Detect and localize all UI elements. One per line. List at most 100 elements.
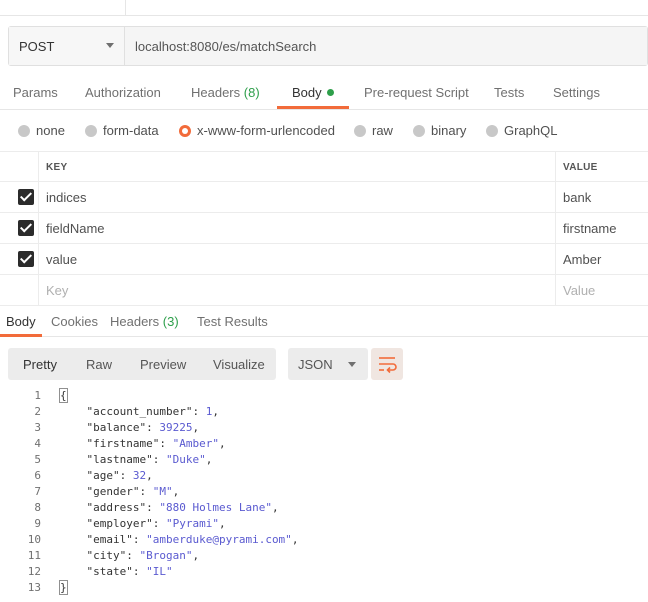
response-tab-headers-count: (3) — [162, 314, 179, 329]
tab-body[interactable]: Body — [292, 85, 334, 100]
table-row: value Amber — [0, 244, 648, 275]
wrap-lines-button[interactable] — [371, 348, 403, 380]
column-divider — [555, 152, 556, 181]
line-number: 3 — [34, 421, 41, 434]
check-cell — [0, 275, 39, 305]
line-number: 7 — [34, 485, 41, 498]
tab-authorization-label: Authorization — [85, 85, 161, 100]
value-input[interactable]: Value — [563, 283, 595, 298]
method-select[interactable]: POST — [9, 27, 125, 65]
code-text: "age": 32, — [86, 469, 153, 482]
response-tab-cookies-label: Cookies — [51, 314, 98, 329]
response-tab-body[interactable]: Body — [6, 314, 36, 329]
line-number: 13 — [27, 581, 41, 594]
radio-selected-icon — [179, 124, 191, 137]
format-raw-button[interactable]: Raw — [86, 357, 112, 372]
url-bar: POST localhost:8080/es/matchSearch — [8, 26, 648, 66]
tab-settings-label: Settings — [553, 85, 600, 100]
code-line: 7 "gender": "M", — [0, 484, 648, 500]
line-number: 6 — [34, 469, 41, 482]
radio-raw[interactable]: raw — [354, 123, 393, 138]
response-tab-cookies[interactable]: Cookies — [51, 314, 98, 329]
url-input[interactable]: localhost:8080/es/matchSearch — [125, 27, 647, 65]
line-number: 11 — [27, 549, 41, 562]
tab-headers[interactable]: Headers (8) — [191, 85, 260, 100]
active-response-tab-indicator — [0, 334, 42, 337]
tab-pre-request-script[interactable]: Pre-request Script — [364, 85, 469, 100]
response-tabs: Body Cookies Headers (3) Test Results — [0, 307, 648, 337]
column-divider — [555, 182, 556, 212]
window-tab-strip — [0, 0, 648, 16]
code-line: 5 "lastname": "Duke", — [0, 452, 648, 468]
code-text: "balance": 39225, — [86, 421, 200, 434]
wrap-lines-icon — [379, 357, 397, 374]
tab-headers-label: Headers — [191, 85, 241, 100]
code-text: "state": "IL" — [86, 565, 173, 578]
code-line: 13} — [0, 580, 648, 596]
line-number: 4 — [34, 437, 41, 450]
key-input[interactable]: Key — [46, 283, 68, 298]
format-toolbar: Pretty Raw Preview Visualize JSON — [8, 348, 403, 380]
radio-icon — [354, 124, 366, 137]
radio-icon — [18, 124, 30, 137]
method-label: POST — [19, 38, 55, 54]
format-visualize-button[interactable]: Visualize — [213, 357, 265, 372]
code-line: 10 "email": "amberduke@pyrami.com", — [0, 532, 648, 548]
checkbox-checked-icon[interactable] — [18, 189, 34, 205]
format-pretty-button[interactable]: Pretty — [23, 357, 57, 372]
column-divider — [555, 213, 556, 243]
active-tab-indicator — [277, 106, 349, 109]
table-row-new: Key Value — [0, 275, 648, 306]
radio-binary[interactable]: binary — [413, 123, 466, 138]
check-column-header — [0, 152, 39, 181]
tab-authorization[interactable]: Authorization — [85, 85, 161, 100]
radio-raw-label: raw — [372, 123, 393, 138]
format-preview-button[interactable]: Preview — [140, 357, 186, 372]
value-cell[interactable]: firstname — [563, 221, 616, 236]
request-tabs: Params Authorization Headers (8) Body Pr… — [0, 78, 648, 110]
check-cell — [0, 182, 39, 212]
value-cell[interactable]: Amber — [563, 252, 601, 267]
column-header-key: KEY — [46, 162, 68, 173]
radio-x-www-form-urlencoded[interactable]: x-www-form-urlencoded — [179, 123, 335, 138]
line-number: 5 — [34, 453, 41, 466]
radio-graphql[interactable]: GraphQL — [486, 123, 557, 138]
body-type-radios: none form-data x-www-form-urlencoded raw… — [0, 118, 648, 144]
code-line: 6 "age": 32, — [0, 468, 648, 484]
code-text: "employer": "Pyrami", — [86, 517, 226, 530]
radio-graphql-label: GraphQL — [504, 123, 558, 138]
code-text: { — [59, 388, 68, 403]
radio-none-label: none — [36, 123, 65, 138]
tab-params-label: Params — [13, 85, 58, 100]
tab-settings[interactable]: Settings — [553, 85, 600, 100]
code-line: 4 "firstname": "Amber", — [0, 436, 648, 452]
value-cell[interactable]: bank — [563, 190, 591, 205]
code-text: "email": "amberduke@pyrami.com", — [86, 533, 299, 546]
code-line: 3 "balance": 39225, — [0, 420, 648, 436]
code-text: "address": "880 Holmes Lane", — [86, 501, 279, 514]
response-tab-headers-label: Headers — [110, 314, 160, 329]
radio-none[interactable]: none — [18, 123, 65, 138]
code-line: 8 "address": "880 Holmes Lane", — [0, 500, 648, 516]
table-header-row: KEY VALUE — [0, 151, 648, 182]
column-header-value: VALUE — [563, 162, 598, 173]
column-divider — [555, 244, 556, 274]
key-cell[interactable]: indices — [46, 190, 86, 205]
tab-tests[interactable]: Tests — [494, 85, 524, 100]
checkbox-checked-icon[interactable] — [18, 251, 34, 267]
language-select[interactable]: JSON — [288, 348, 368, 380]
table-row: indices bank — [0, 182, 648, 213]
response-tab-test-results[interactable]: Test Results — [197, 314, 268, 329]
radio-form-data[interactable]: form-data — [85, 123, 159, 138]
code-line: 1{ — [0, 388, 648, 404]
response-body-editor[interactable]: 1{2 "account_number": 1, 3 "balance": 392… — [0, 388, 648, 596]
request-tab[interactable] — [0, 0, 126, 16]
code-line: 12 "state": "IL" — [0, 564, 648, 580]
checkbox-checked-icon[interactable] — [18, 220, 34, 236]
tab-params[interactable]: Params — [13, 85, 58, 100]
dot-icon — [326, 89, 334, 96]
response-tab-headers[interactable]: Headers (3) — [110, 314, 179, 329]
response-tab-test-results-label: Test Results — [197, 314, 268, 329]
key-cell[interactable]: value — [46, 252, 77, 267]
key-cell[interactable]: fieldName — [46, 221, 105, 236]
